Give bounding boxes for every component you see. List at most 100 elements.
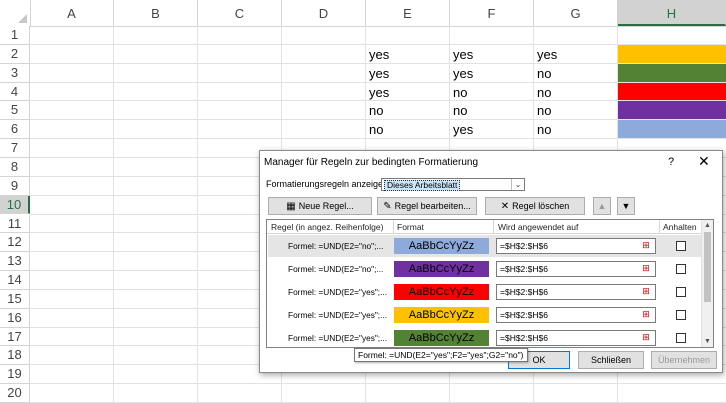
col-header-rule: Regel (in angez. Reihenfolge) — [271, 222, 384, 232]
show-rules-dropdown[interactable]: Dieses Arbeitsblatt ⌄ — [381, 178, 525, 191]
cell-h4-fill[interactable] — [618, 82, 726, 101]
stop-if-true-checkbox[interactable] — [676, 333, 686, 343]
rule-row[interactable]: Formel: =UND(E2="yes";... AaBbCcYyZz =$H$2… — [268, 304, 703, 326]
chevron-down-icon[interactable]: ⌄ — [511, 179, 524, 190]
cell-f5[interactable]: no — [450, 103, 467, 118]
scroll-up-icon[interactable]: ▲ — [702, 220, 713, 231]
cell-e6[interactable]: no — [366, 122, 383, 137]
edit-rule-icon: ✎ — [383, 201, 392, 212]
help-button[interactable]: ? — [668, 156, 674, 168]
row-header-8[interactable]: 8 — [0, 157, 30, 177]
row-header-9[interactable]: 9 — [0, 176, 30, 196]
rule-formula: Formel: =UND(E2="yes";... — [288, 287, 388, 297]
cell-e2[interactable]: yes — [366, 47, 389, 62]
rule-applies-to-input[interactable]: =$H$2:$H$6 — [496, 238, 656, 254]
show-rules-value: Dieses Arbeitsblatt — [384, 180, 461, 191]
column-header-h[interactable]: H — [618, 0, 726, 26]
row-header-2[interactable]: 2 — [0, 44, 30, 64]
stop-if-true-checkbox[interactable] — [676, 264, 686, 274]
cell-g3[interactable]: no — [534, 66, 551, 81]
cell-f2[interactable]: yes — [450, 47, 473, 62]
cell-g4[interactable]: no — [534, 85, 551, 100]
col-divider — [493, 220, 494, 233]
column-header-d[interactable]: D — [282, 0, 366, 26]
row-header-17[interactable]: 17 — [0, 327, 30, 347]
rule-formula: Formel: =UND(E2="no";... — [288, 241, 384, 251]
rules-list[interactable]: Regel (in angez. Reihenfolge) Format Wir… — [266, 219, 714, 348]
select-all-corner[interactable] — [0, 0, 31, 26]
delete-icon: ✕ — [500, 201, 510, 212]
rules-scrollbar[interactable]: ▲ ▼ — [701, 220, 713, 347]
col-header-stop: Anhalten — [663, 222, 697, 232]
rule-applies-to-input[interactable]: =$H$2:$H$6 — [496, 284, 656, 300]
rule-row[interactable]: Formel: =UND(E2="no";... AaBbCcYyZz =$H$2:… — [268, 258, 703, 280]
range-select-icon[interactable]: ⊞ — [639, 308, 653, 321]
range-select-icon[interactable]: ⊞ — [639, 285, 653, 298]
row-header-7[interactable]: 7 — [0, 139, 30, 158]
row-header-18[interactable]: 18 — [0, 346, 30, 366]
row-header-3[interactable]: 3 — [0, 63, 30, 83]
cell-h6-fill[interactable] — [618, 120, 726, 139]
col-header-applies: Wird angewendet auf — [498, 222, 579, 232]
rule-row[interactable]: Formel: =UND(E2="yes";... AaBbCcYyZz =$H$2… — [268, 327, 703, 347]
col-header-format: Format — [397, 222, 424, 232]
row-header-4[interactable]: 4 — [0, 82, 30, 102]
range-select-icon[interactable]: ⊞ — [639, 239, 653, 252]
column-header-c[interactable]: C — [198, 0, 282, 26]
row-header-19[interactable]: 19 — [0, 365, 30, 385]
range-select-icon[interactable]: ⊞ — [639, 262, 653, 275]
delete-rule-button[interactable]: ✕ Regel löschen — [485, 197, 585, 215]
stop-if-true-checkbox[interactable] — [676, 241, 686, 251]
column-header-b[interactable]: B — [114, 0, 198, 26]
cell-h5-fill[interactable] — [618, 101, 726, 120]
rule-applies-to-input[interactable]: =$H$2:$H$6 — [496, 330, 656, 346]
row-header-1[interactable]: 1 — [0, 26, 30, 45]
cell-e5[interactable]: no — [366, 103, 383, 118]
row-header-13[interactable]: 13 — [0, 252, 30, 272]
close-icon[interactable]: ✕ — [698, 153, 710, 170]
stop-if-true-checkbox[interactable] — [676, 287, 686, 297]
stop-if-true-checkbox[interactable] — [676, 310, 686, 320]
row-header-14[interactable]: 14 — [0, 271, 30, 290]
apply-button[interactable]: Übernehmen — [651, 351, 717, 369]
new-rule-button[interactable]: ▦ Neue Regel... — [268, 197, 372, 215]
cell-f6[interactable]: yes — [450, 122, 473, 137]
close-button[interactable]: Schließen — [578, 351, 644, 369]
cell-g6[interactable]: no — [534, 122, 551, 137]
row-header-10[interactable]: 10 — [0, 195, 30, 215]
rule-format-preview: AaBbCcYyZz — [394, 238, 489, 254]
row-header-15[interactable]: 15 — [0, 289, 30, 309]
cell-h2-fill[interactable] — [618, 44, 726, 63]
row-header-12[interactable]: 12 — [0, 233, 30, 253]
cell-f4[interactable]: no — [450, 85, 467, 100]
cell-f3[interactable]: yes — [450, 66, 473, 81]
col-divider — [659, 220, 660, 233]
rule-applies-to-input[interactable]: =$H$2:$H$6 — [496, 307, 656, 323]
rule-format-preview: AaBbCcYyZz — [394, 330, 489, 346]
row-header-6[interactable]: 6 — [0, 120, 30, 140]
cell-g5[interactable]: no — [534, 103, 551, 118]
move-up-button[interactable]: ▲ — [593, 197, 611, 215]
row-header-5[interactable]: 5 — [0, 101, 30, 121]
row-header-11[interactable]: 11 — [0, 214, 30, 234]
column-header-a[interactable]: A — [30, 0, 114, 26]
scroll-thumb[interactable] — [704, 232, 711, 302]
rule-applies-to-input[interactable]: =$H$2:$H$6 — [496, 261, 656, 277]
range-select-icon[interactable]: ⊞ — [639, 331, 653, 344]
scroll-down-icon[interactable]: ▼ — [702, 336, 713, 347]
column-header-e[interactable]: E — [366, 0, 450, 26]
move-down-button[interactable]: ▼ — [617, 197, 635, 215]
edit-rule-button[interactable]: ✎ Regel bearbeiten... — [377, 197, 477, 215]
cell-g2[interactable]: yes — [534, 47, 557, 62]
cell-h3-fill[interactable] — [618, 63, 726, 82]
row-header-16[interactable]: 16 — [0, 308, 30, 328]
dialog-title: Manager für Regeln zur bedingten Formati… — [264, 157, 479, 168]
rule-row[interactable]: Formel: =UND(E2="no";... AaBbCcYyZz =$H$2:… — [268, 235, 703, 257]
row-header-20[interactable]: 20 — [0, 384, 30, 403]
cell-e3[interactable]: yes — [366, 66, 389, 81]
column-header-g[interactable]: G — [534, 0, 618, 26]
new-rule-label: Neue Regel... — [298, 201, 354, 211]
column-header-f[interactable]: F — [450, 0, 534, 26]
cell-e4[interactable]: yes — [366, 85, 389, 100]
rule-row[interactable]: Formel: =UND(E2="yes";... AaBbCcYyZz =$H$2… — [268, 281, 703, 303]
